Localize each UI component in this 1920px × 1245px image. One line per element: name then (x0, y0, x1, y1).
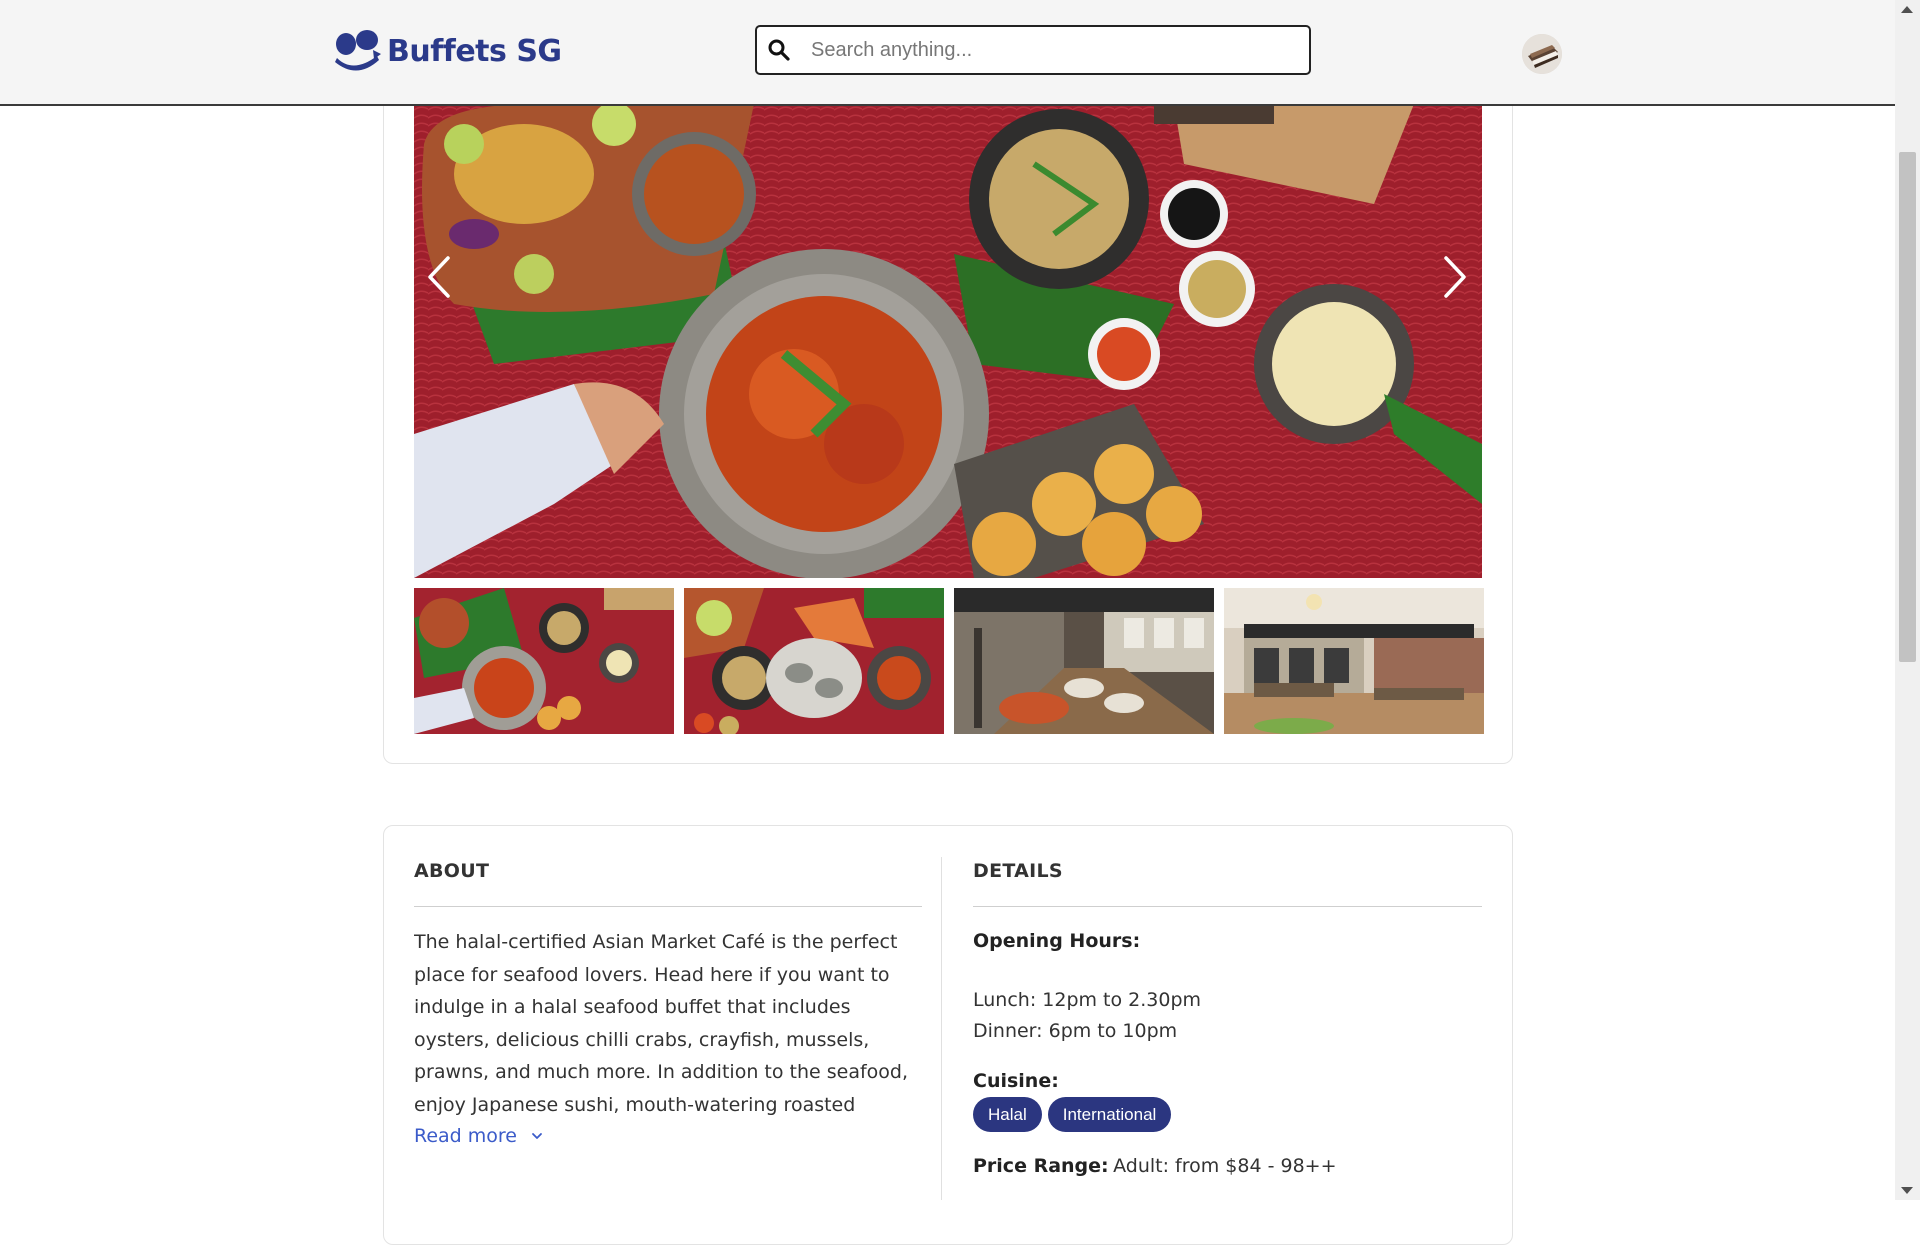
avatar[interactable] (1522, 34, 1562, 74)
carousel-next-chevron-right-icon[interactable] (1438, 252, 1474, 302)
search-icon (768, 39, 790, 61)
read-more-link[interactable]: Read more (414, 1125, 543, 1147)
thumbnail-strip (414, 588, 1484, 734)
thumbnail-1[interactable] (414, 588, 674, 734)
details-heading: DETAILS (973, 860, 1063, 882)
hero-photo (414, 104, 1482, 578)
thumbnail-photo (1224, 588, 1484, 734)
hero-image (414, 104, 1482, 578)
opening-hours-label: Opening Hours: (973, 930, 1141, 952)
scroll-up-arrow[interactable] (1901, 6, 1913, 13)
about-divider (414, 906, 922, 907)
lunch-hours: Lunch: 12pm to 2.30pm (973, 989, 1202, 1011)
top-navbar: Buffets SG (0, 0, 1895, 106)
vertical-scrollbar[interactable] (1895, 0, 1920, 1200)
carousel-prev-chevron-left-icon[interactable] (420, 252, 456, 302)
about-description: The halal-certified Asian Market Café is… (414, 931, 908, 1116)
price-range-label: Price Range: (973, 1155, 1109, 1177)
thumbnail-photo (954, 588, 1214, 734)
dinner-hours: Dinner: 6pm to 10pm (973, 1020, 1178, 1042)
cuisine-label: Cuisine: (973, 1070, 1059, 1092)
column-divider (941, 857, 942, 1200)
thumbnail-2[interactable] (684, 588, 944, 734)
avatar-image (1522, 34, 1562, 74)
cuisine-tag-international[interactable]: International (1047, 1097, 1172, 1132)
chevron-down-icon (532, 1133, 542, 1139)
thumbnail-3[interactable] (954, 588, 1214, 734)
brand-name: Buffets SG (387, 33, 562, 69)
thumbnail-photo (414, 588, 674, 734)
details-divider (973, 906, 1482, 907)
cuisine-tags: Halal International (973, 1097, 1172, 1132)
brand-logo[interactable]: Buffets SG (333, 28, 562, 74)
cuisine-tag-halal[interactable]: Halal (973, 1097, 1042, 1132)
read-more-label: Read more (414, 1125, 517, 1147)
scroll-down-arrow[interactable] (1901, 1187, 1913, 1194)
scroll-thumb[interactable] (1899, 152, 1916, 662)
logo-icon (335, 30, 381, 71)
search-input[interactable] (809, 37, 1293, 63)
thumbnail-photo (684, 588, 944, 734)
price-range: Price Range: Adult: from $84 - 98++ (973, 1155, 1337, 1177)
about-heading: ABOUT (414, 860, 490, 882)
thumbnail-4[interactable] (1224, 588, 1484, 734)
search-bar[interactable] (755, 25, 1311, 75)
price-range-value: Adult: from $84 - 98++ (1113, 1155, 1337, 1177)
